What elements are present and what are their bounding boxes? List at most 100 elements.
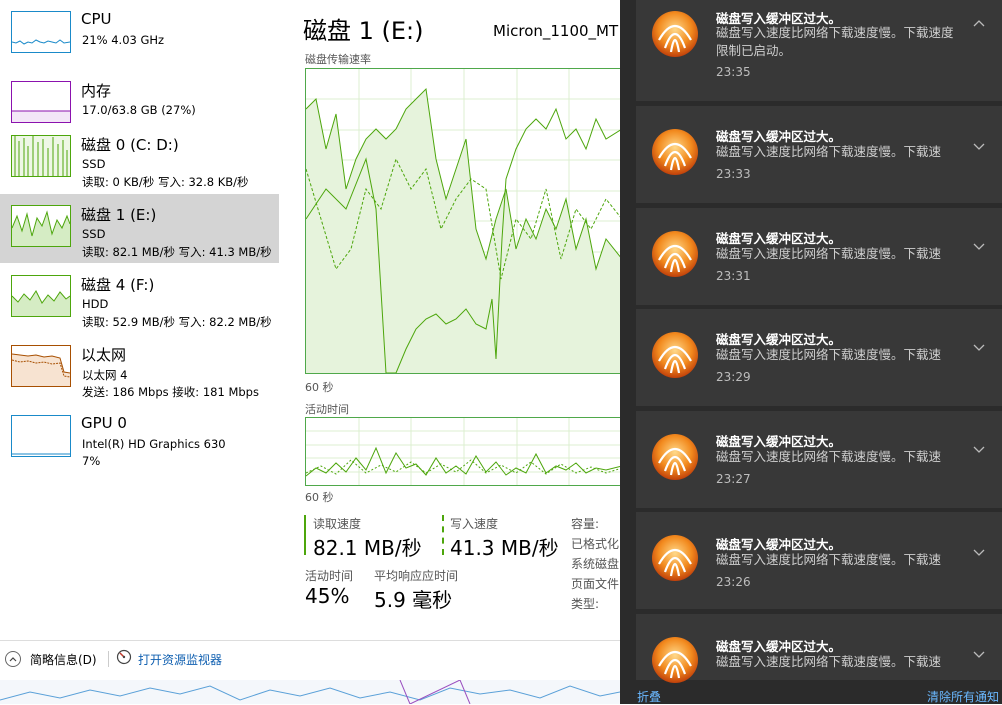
sidebar: CPU 21% 4.03 GHz 内存 17.0/63.8 GB (27%) 磁… — [0, 0, 279, 640]
active-time-chart — [305, 417, 623, 486]
notification-card[interactable]: 磁盘写入缓冲区过大。 磁盘写入速度比网络下载速度慢。下载速 — [636, 614, 1002, 683]
notification-body: 磁盘写入速度比网络下载速度慢。下载速 — [716, 144, 942, 159]
system-disk-label: 系统磁盘 — [571, 557, 620, 571]
open-resource-monitor-label: 打开资源监视器 — [138, 652, 223, 667]
resource-monitor-icon — [116, 649, 132, 669]
disk4-thumbnail-graph — [11, 275, 71, 317]
capacity-label: 容量: — [571, 517, 600, 531]
bitcomet-app-icon — [652, 11, 698, 57]
notification-time: 23:31 — [716, 269, 751, 283]
cpu-thumbnail-graph — [11, 11, 71, 53]
sidebar-item-type: SSD — [82, 227, 106, 241]
ethernet-thumbnail-graph — [11, 345, 71, 387]
transfer-rate-label: 磁盘传输速率 — [305, 53, 371, 66]
sidebar-item-title: 磁盘 4 (F:) — [81, 276, 155, 294]
transfer-rate-axis-label: 60 秒 — [305, 381, 334, 394]
notification-time: 23:26 — [716, 575, 751, 589]
notification-time: 23:29 — [716, 370, 751, 384]
bitcomet-app-icon — [652, 434, 698, 480]
notification-body: 磁盘写入速度比网络下载速度慢。下载速 — [716, 654, 942, 669]
chevron-down-icon[interactable] — [972, 548, 986, 558]
notification-body: 磁盘写入速度比网络下载速度慢。下载速 — [716, 449, 942, 464]
background-window-strip — [0, 680, 620, 704]
read-speed-bar — [304, 515, 306, 555]
sidebar-item-detail: 发送: 186 Mbps 接收: 181 Mbps — [82, 385, 259, 399]
sidebar-item-title: 以太网 — [81, 346, 127, 364]
page-title: 磁盘 1 (E:) — [303, 17, 424, 45]
divider — [108, 651, 109, 667]
notification-panel: 磁盘写入缓冲区过大。 磁盘写入速度比网络下载速度慢。下载速度限制已启动。 23:… — [620, 0, 1002, 704]
notification-body: 磁盘写入速度比网络下载速度慢。下载速 — [716, 347, 942, 362]
sidebar-item-disk-4[interactable]: 磁盘 4 (F:) HDD 读取: 52.9 MB/秒 写入: 82.2 MB/… — [0, 264, 279, 333]
chevron-down-icon[interactable] — [972, 142, 986, 152]
active-time-chart-label: 活动时间 — [305, 403, 349, 416]
memory-thumbnail-graph — [11, 81, 71, 123]
write-speed-label: 写入速度 — [450, 517, 499, 531]
sidebar-item-title: GPU 0 — [81, 414, 127, 432]
sidebar-item-detail: 读取: 82.1 MB/秒 写入: 41.3 MB/秒 — [82, 245, 272, 259]
active-time-value: 45% — [305, 584, 350, 608]
sidebar-item-cpu[interactable]: CPU 21% 4.03 GHz — [0, 0, 279, 69]
bitcomet-app-icon — [652, 129, 698, 175]
chevron-down-icon[interactable] — [972, 343, 986, 353]
sidebar-item-detail: 17.0/63.8 GB (27%) — [82, 103, 196, 117]
sidebar-item-title: 内存 — [81, 82, 112, 100]
fewer-details-label: 简略信息(D) — [30, 652, 97, 667]
notification-card[interactable]: 磁盘写入缓冲区过大。 磁盘写入速度比网络下载速度慢。下载速 23:26 — [636, 512, 1002, 609]
sidebar-item-detail: 读取: 52.9 MB/秒 写入: 82.2 MB/秒 — [82, 315, 272, 329]
sidebar-item-ethernet[interactable]: 以太网 以太网 4 发送: 186 Mbps 接收: 181 Mbps — [0, 334, 279, 403]
bottom-bar: 简略信息(D) 打开资源监视器 — [0, 640, 620, 681]
bitcomet-app-icon — [652, 535, 698, 581]
bitcomet-app-icon — [652, 231, 698, 277]
active-time-axis-label: 60 秒 — [305, 491, 334, 504]
sidebar-item-gpu-name: Intel(R) HD Graphics 630 — [82, 437, 226, 451]
notification-time: 23:27 — [716, 472, 751, 486]
sidebar-item-title: 磁盘 1 (E:) — [81, 206, 157, 224]
active-time-label: 活动时间 — [305, 569, 354, 583]
disk1-thumbnail-graph — [11, 205, 71, 247]
sidebar-item-detail: 21% 4.03 GHz — [82, 33, 165, 47]
chevron-up-icon[interactable] — [972, 18, 986, 28]
notification-body: 磁盘写入速度比网络下载速度慢。下载速 — [716, 246, 942, 261]
open-resource-monitor-link[interactable]: 打开资源监视器 — [116, 649, 222, 669]
transfer-rate-chart — [305, 68, 623, 374]
read-speed-value: 82.1 MB/秒 — [313, 536, 422, 560]
chevron-down-icon[interactable] — [972, 650, 986, 660]
sidebar-item-type: SSD — [82, 157, 106, 171]
disk-model-name: Micron_1100_MT — [493, 22, 619, 40]
bitcomet-app-icon — [652, 637, 698, 683]
notification-body: 磁盘写入速度比网络下载速度慢。下载速 — [716, 552, 942, 567]
collapse-button[interactable]: 折叠 — [637, 688, 661, 705]
notification-body: 磁盘写入速度比网络下载速度慢。下载速度限制已启动。 — [716, 25, 954, 58]
sidebar-item-detail: 7% — [82, 454, 101, 468]
sidebar-item-type: HDD — [82, 297, 109, 311]
notification-card[interactable]: 磁盘写入缓冲区过大。 磁盘写入速度比网络下载速度慢。下载速度限制已启动。 23:… — [636, 0, 1002, 101]
chevron-down-icon[interactable] — [972, 445, 986, 455]
sidebar-item-adapter: 以太网 4 — [82, 368, 128, 382]
sidebar-item-disk-1[interactable]: 磁盘 1 (E:) SSD 读取: 82.1 MB/秒 写入: 41.3 MB/… — [0, 194, 279, 263]
sidebar-item-detail: 读取: 0 KB/秒 写入: 32.8 KB/秒 — [82, 175, 249, 189]
write-speed-value: 41.3 MB/秒 — [450, 536, 559, 560]
notification-card[interactable]: 磁盘写入缓冲区过大。 磁盘写入速度比网络下载速度慢。下载速 23:27 — [636, 411, 1002, 508]
formatted-label: 已格式化 — [571, 537, 620, 551]
read-speed-label: 读取速度 — [313, 517, 362, 531]
sidebar-item-disk-0[interactable]: 磁盘 0 (C: D:) SSD 读取: 0 KB/秒 写入: 32.8 KB/… — [0, 124, 279, 193]
chevron-up-icon — [5, 651, 21, 667]
notification-time: 23:35 — [716, 65, 751, 79]
bitcomet-app-icon — [652, 332, 698, 378]
write-speed-bar — [442, 515, 444, 555]
gpu-thumbnail-graph — [11, 415, 71, 457]
avg-response-value: 5.9 毫秒 — [374, 588, 453, 612]
sidebar-item-title: CPU — [81, 10, 112, 28]
page-file-label: 页面文件 — [571, 577, 620, 591]
type-label: 类型: — [571, 597, 600, 611]
fewer-details-button[interactable]: 简略信息(D) — [5, 649, 97, 669]
sidebar-item-gpu[interactable]: GPU 0 Intel(R) HD Graphics 630 7% — [0, 404, 279, 473]
notification-card[interactable]: 磁盘写入缓冲区过大。 磁盘写入速度比网络下载速度慢。下载速 23:31 — [636, 208, 1002, 305]
notification-card[interactable]: 磁盘写入缓冲区过大。 磁盘写入速度比网络下载速度慢。下载速 23:33 — [636, 106, 1002, 203]
avg-response-label: 平均响应应时间 — [374, 569, 459, 583]
notification-card[interactable]: 磁盘写入缓冲区过大。 磁盘写入速度比网络下载速度慢。下载速 23:29 — [636, 309, 1002, 406]
chevron-down-icon[interactable] — [972, 242, 986, 252]
disk0-thumbnail-graph — [11, 135, 71, 177]
clear-all-notifications-button[interactable]: 清除所有通知 — [927, 688, 999, 705]
